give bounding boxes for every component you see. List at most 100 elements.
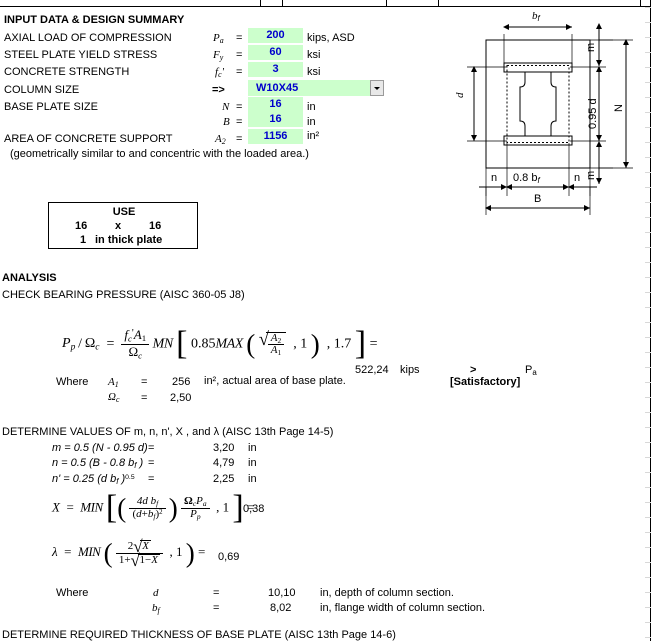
column-prop-bf-symbol: bf [152,602,160,615]
formula-MAX: MAX [215,336,244,352]
value-n-expression: n = 0.5 (B - 0.8 bf ) [52,457,144,470]
formula-omega-c: Ωc [84,336,100,354]
bearing-omega-symbol: Ωc [108,391,120,404]
lambda-formula-fraction: 2 √ X 1+ √ 1−X [115,538,163,568]
label-concrete-strength: CONCRETE STRENGTH [4,66,130,78]
diagram-label-095d: 0.95 d [587,98,599,129]
symbol-N: N [222,101,230,113]
value-n-result: 4,79 [213,457,235,469]
bearing-A1-value: 256 [172,376,191,388]
bearing-compare-target: Pa [525,364,537,377]
unit-concrete-strength: ksi [307,66,321,78]
x-formula-fraction-omegaPa-Pp: ΩcPa Pp [181,495,210,521]
diagram-label-m-bottom: m [585,170,597,180]
value-m-equals: = [148,442,155,454]
lambda-formula-MIN: MIN [77,544,101,560]
formula-one-inner: 1 [300,336,308,352]
bearing-omega-value: 2,50 [170,392,192,404]
base-plate-diagram-svg [467,23,633,215]
formula-const-085: 0.85 [191,336,216,352]
column-prop-bf-note: in, flange width of column section. [320,602,486,614]
value-nprime-equals: = [148,473,155,485]
symbol-A2: A2 [215,133,226,146]
column-props-where: Where [56,587,89,599]
lambda-formula-equals: = [198,544,206,560]
formula-sqrt-A2-A1: √ A2 A1 [259,330,287,357]
x-formula-result: 0,38 [243,503,265,515]
equals-Pa: = [236,32,243,44]
value-m-expression: m = 0.5 (N - 0.95 d) [52,442,148,454]
input-yield-stress[interactable]: 60 [248,45,303,60]
use-width: 16 [75,220,88,232]
label-yield-stress: STEEL PLATE YIELD STRESS [4,49,158,61]
bearing-compare-operator: > [470,364,477,376]
diagram-label-d: d [454,92,466,99]
bearing-omega-equals: = [141,392,148,404]
spreadsheet-canvas: INPUT DATA & DESIGN SUMMARY AXIAL LOAD O… [0,0,651,641]
symbol-Pa: Pa [213,32,224,45]
input-data-title: INPUT DATA & DESIGN SUMMARY [4,14,185,26]
use-summary-box: USE 16 x 16 1 in thick plate [48,202,198,249]
use-length: 16 [149,220,162,232]
diagram-label-bf: bf [532,10,540,23]
input-base-plate-N[interactable]: 16 [248,97,303,112]
input-base-plate-B[interactable]: 16 [248,112,303,127]
column-prop-d-equals: = [213,587,220,599]
bearing-A1-symbol: A1 [108,376,119,389]
value-nprime-expression: n' = 0.25 (d bf )0.5 [52,473,135,486]
diagram-label-n-right: n [574,172,581,184]
unit-N: in [307,101,316,113]
grid-segment [260,0,283,7]
bearing-result-unit: kips [400,364,420,376]
determine-values-title: DETERMINE VALUES OF m, n, n', X , and λ … [2,426,334,438]
base-plate-diagram: bf d m m 0.95 d N n n 0.8 bf B [443,4,648,220]
grid-segment [386,0,439,7]
lambda-formula-lhs: λ [52,544,58,560]
unit-B: in [307,116,316,128]
chevron-down-icon[interactable] [370,80,384,96]
label-axial-load: AXIAL LOAD OF COMPRESSION [4,32,172,44]
input-axial-load[interactable]: 200 [248,28,303,43]
formula-MN: MN [152,336,174,352]
x-formula-fraction-main: 4d bf (d+bf)2 [129,495,166,521]
use-times: x [115,220,122,232]
column-prop-d-symbol: d [153,587,159,599]
symbol-Fy: Fy [213,49,224,62]
diagram-label-N: N [613,104,625,112]
lambda-formula: λ = MIN ( 2 √ X 1+ √ 1−X , 1 ) = [52,537,206,570]
x-formula-one: 1 [222,499,230,515]
bearing-A1-note: in², actual area of base plate. [204,375,346,387]
bearing-A1-equals: = [141,376,148,388]
arrow-column-size: => [212,84,225,96]
dropdown-column-size[interactable]: W10X45 [248,80,384,96]
formula-equals: = [369,336,378,352]
label-base-plate-size: BASE PLATE SIZE [4,101,98,113]
value-m-unit: in [248,442,257,454]
formula-fraction-fcA1-omega: fc'A1 Ωc [121,328,150,361]
lambda-formula-result: 0,69 [218,551,240,563]
bearing-pressure-formula: Pp / Ωc = fc'A1 Ωc MN [ 0.85MAX ( √ A2 A1 … [62,325,378,363]
x-formula: X = MIN [( 4d bf (d+bf)2 ) ΩcPa Pp , 1 ]… [52,489,255,527]
column-prop-bf-value: 8,02 [270,602,292,614]
value-n-unit: in [248,457,257,469]
x-formula-lhs: X [52,499,60,515]
determine-thickness-title: DETERMINE REQUIRED THICKNESS OF BASE PLA… [2,629,396,641]
formula-Pp: Pp [62,336,76,354]
diagram-label-B: B [534,193,542,205]
input-concrete-strength[interactable]: 3 [248,62,303,77]
unit-A2: in² [307,130,320,142]
formula-const-17: 1.7 [333,336,352,352]
dropdown-column-size-value: W10X45 [256,82,299,94]
column-prop-d-note: in, depth of column section. [320,587,454,599]
unit-axial-load: kips, ASD [307,32,355,44]
input-concrete-area[interactable]: 1156 [248,129,303,144]
equals-fc: = [236,66,243,78]
symbol-B: B [223,116,230,128]
label-column-size: COLUMN SIZE [4,84,80,96]
diagram-label-n-left: n [491,172,498,184]
equals-B: = [236,116,243,128]
value-nprime-unit: in [248,473,257,485]
x-formula-MIN: MIN [80,499,103,515]
equals-A2: = [236,133,243,145]
diagram-label-08bf: 0.8 bf [513,172,540,185]
